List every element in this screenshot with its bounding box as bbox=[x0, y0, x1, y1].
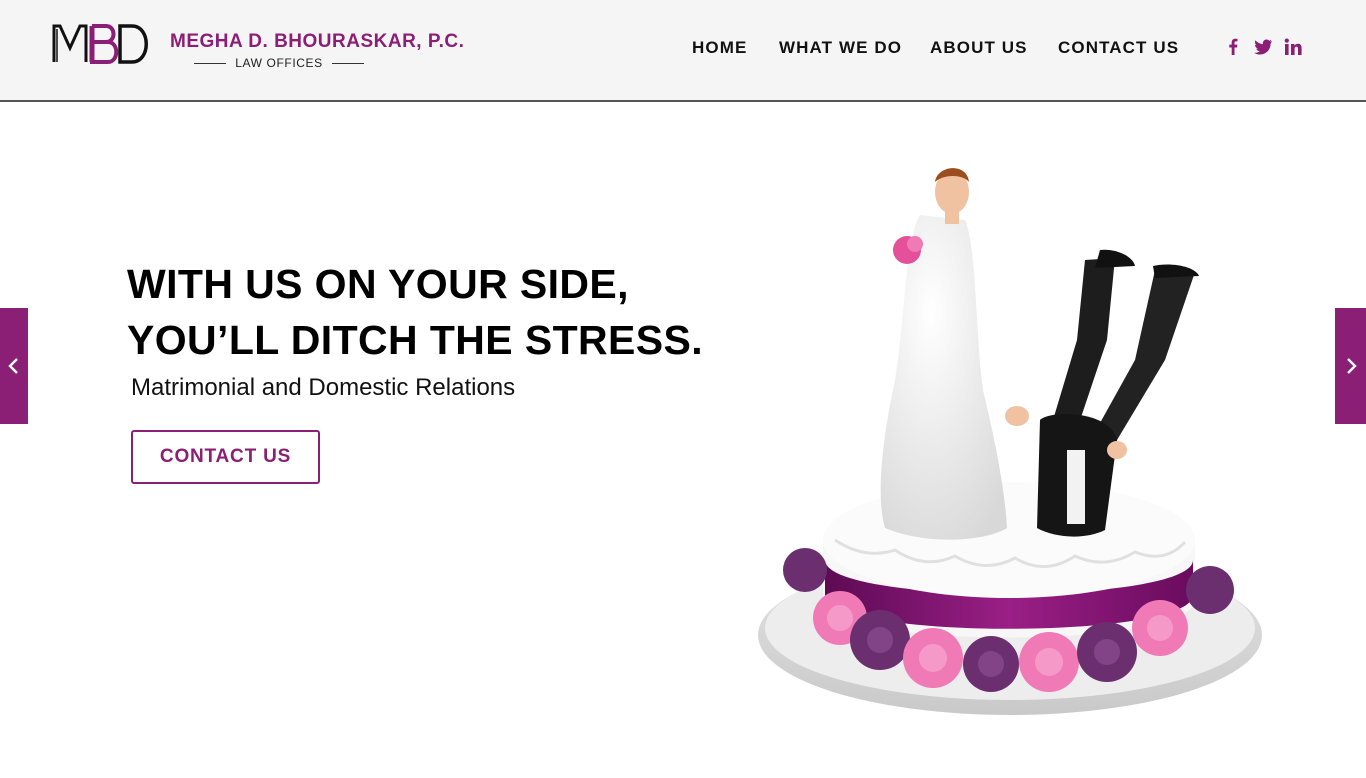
site-header: MEGHA D. BHOURASKAR, P.C. LAW OFFICES HO… bbox=[0, 0, 1366, 102]
slider-prev-button[interactable] bbox=[0, 308, 28, 424]
nav-about-us[interactable]: ABOUT US bbox=[930, 38, 1028, 58]
chevron-left-icon bbox=[8, 358, 18, 374]
hero-headline-line-2: YOU’LL DITCH THE STRESS. bbox=[127, 317, 704, 363]
firm-name: MEGHA D. BHOURASKAR, P.C. bbox=[170, 31, 465, 52]
wedding-cake-topper-image bbox=[758, 168, 1262, 715]
hero-contact-us-button[interactable]: CONTACT US bbox=[131, 430, 320, 484]
hero-headline-line-1: WITH US ON YOUR SIDE, bbox=[127, 261, 629, 307]
hero-headline: WITH US ON YOUR SIDE, YOU’LL DITCH THE S… bbox=[127, 256, 703, 368]
facebook-icon[interactable] bbox=[1222, 36, 1244, 58]
nav-contact-us[interactable]: CONTACT US bbox=[1058, 38, 1179, 58]
chevron-right-icon bbox=[1346, 358, 1357, 374]
hero-subheadline: Matrimonial and Domestic Relations bbox=[131, 374, 516, 401]
linkedin-icon[interactable] bbox=[1282, 36, 1304, 58]
mbd-monogram-logo bbox=[52, 24, 148, 64]
firm-subtitle: LAW OFFICES bbox=[194, 56, 364, 70]
nav-what-we-do[interactable]: WHAT WE DO bbox=[779, 38, 902, 58]
slider-next-button[interactable] bbox=[1335, 308, 1366, 424]
twitter-icon[interactable] bbox=[1252, 36, 1274, 58]
logo[interactable]: MEGHA D. BHOURASKAR, P.C. LAW OFFICES bbox=[52, 22, 464, 70]
nav-home[interactable]: HOME bbox=[692, 38, 747, 58]
